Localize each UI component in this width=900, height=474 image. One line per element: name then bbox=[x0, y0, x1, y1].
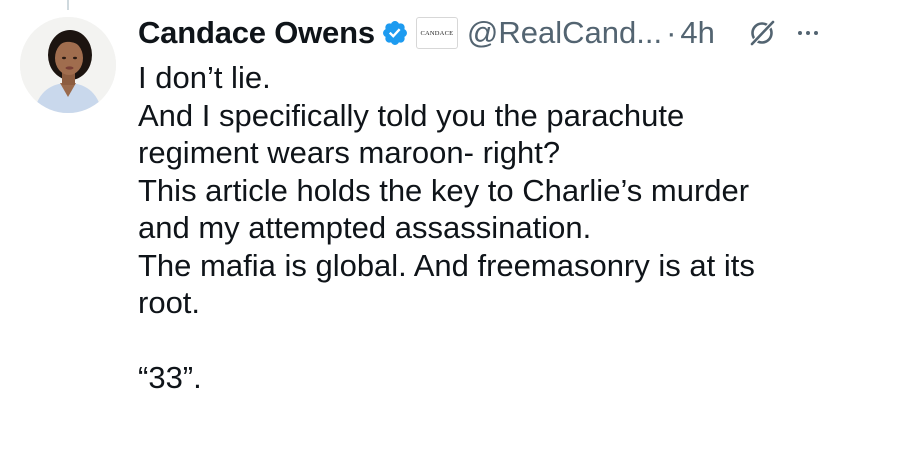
avatar[interactable] bbox=[20, 17, 116, 113]
tweet-text-line: regiment wears maroon- right? bbox=[138, 135, 561, 170]
display-name[interactable]: Candace Owens bbox=[138, 15, 375, 51]
grok-icon[interactable] bbox=[747, 18, 777, 48]
tweet-text-line: This article holds the key to Charlie’s … bbox=[138, 172, 750, 208]
tweet-header: Candace Owens CANDACE @RealCand... · 4h bbox=[138, 8, 880, 58]
tweet-text-line: “33”. bbox=[138, 360, 202, 395]
separator-dot: · bbox=[666, 15, 677, 50]
affiliate-badge[interactable]: CANDACE bbox=[415, 17, 458, 49]
tweet-text-line: root. bbox=[138, 285, 201, 320]
more-options-icon[interactable] bbox=[793, 18, 823, 48]
tweet-text-line: The mafia is global. And freemasonry is … bbox=[138, 247, 755, 283]
tweet-text-line: I don’t lie. bbox=[138, 60, 271, 95]
verified-badge-icon[interactable] bbox=[381, 19, 409, 47]
tweet-timestamp[interactable]: 4h bbox=[680, 15, 714, 51]
author-handle[interactable]: @RealCand... bbox=[467, 15, 662, 51]
tweet-text-line: and my attempted assassination. bbox=[138, 210, 592, 245]
tweet-text-line: And I specifically told you the parachut… bbox=[138, 97, 685, 133]
avatar-image bbox=[20, 17, 116, 113]
tweet-text: I don’t lie. And I specifically told you… bbox=[138, 59, 878, 397]
thread-connector-line bbox=[67, 0, 69, 10]
